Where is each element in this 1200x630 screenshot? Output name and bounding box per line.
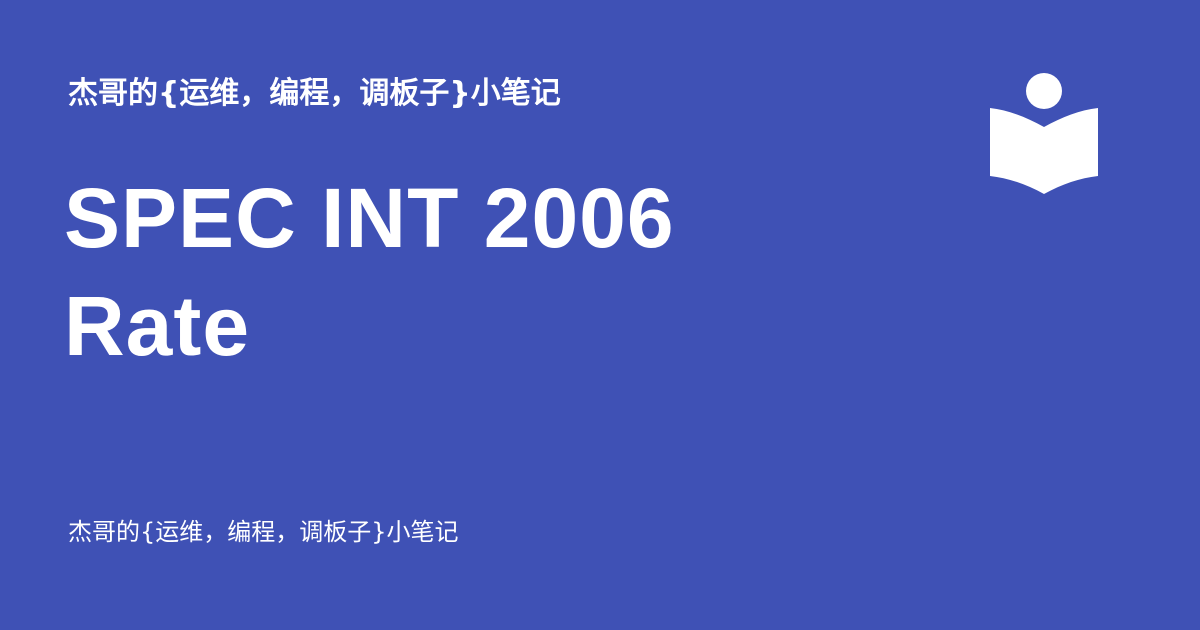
page-title-line-2: Rate: [64, 279, 251, 373]
page-title-line-1: SPEC INT 2006: [64, 171, 675, 265]
social-card: 杰哥的{运维，编程，调板子}小笔记 SPEC INT 2006 Rate 杰哥的…: [0, 0, 1200, 630]
page-title: SPEC INT 2006 Rate: [64, 164, 824, 380]
site-name: 杰哥的{运维，编程，调板子}小笔记: [68, 76, 561, 111]
open-book-icon: [990, 108, 1098, 194]
reader-head-icon: [1026, 73, 1062, 109]
reader-book-icon: [990, 73, 1098, 194]
footer-site-name: 杰哥的{运维，编程，调板子}小笔记: [68, 518, 459, 546]
